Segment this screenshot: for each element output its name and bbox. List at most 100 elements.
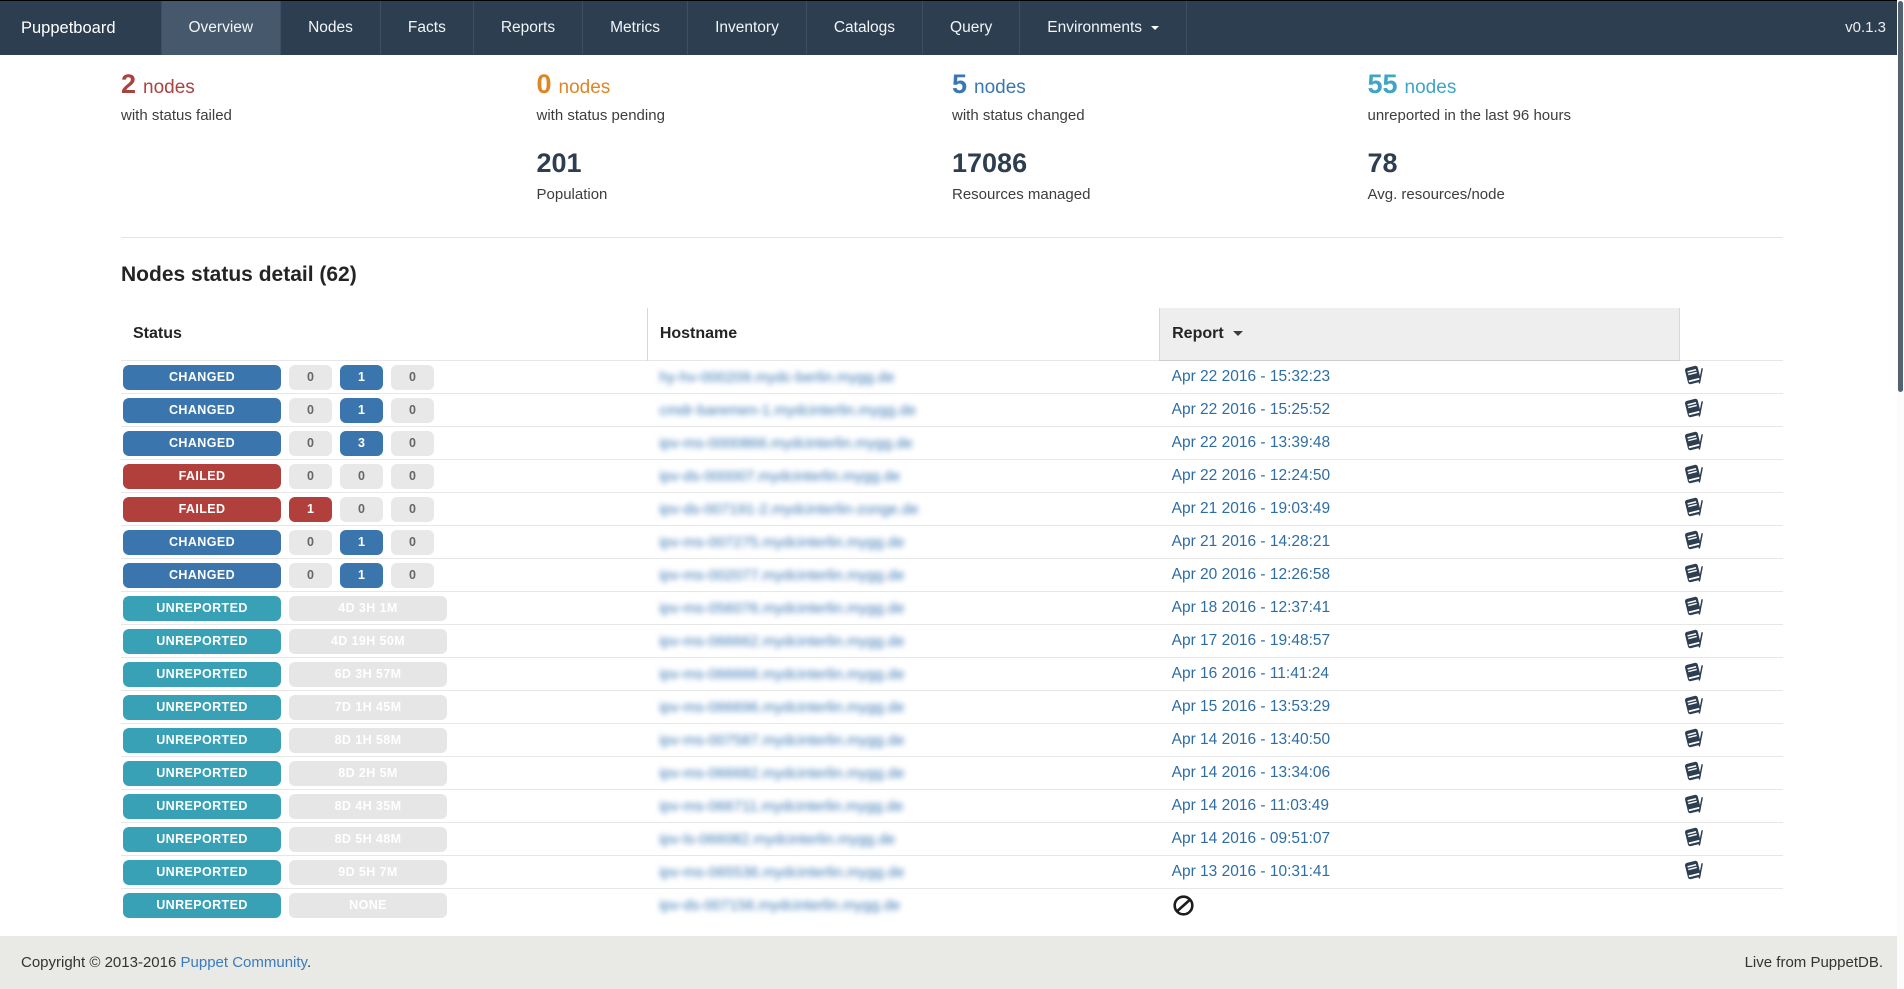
count-badge: 0 <box>289 464 332 489</box>
sort-desc-icon <box>1233 331 1243 336</box>
status-badge: CHANGED <box>123 398 281 423</box>
report-timestamp-link[interactable]: Apr 22 2016 - 13:39:48 <box>1172 434 1331 451</box>
hostname-link[interactable]: ipv-ms-007587.mydcinterlin.mygg.de <box>659 732 904 749</box>
hostname-link[interactable]: ipv-ms-002077.mydcinterlin.mygg.de <box>659 567 904 584</box>
stat-pending-label: with status pending <box>537 107 953 124</box>
report-timestamp-link[interactable]: Apr 22 2016 - 15:25:52 <box>1172 401 1331 418</box>
status-badge: CHANGED <box>123 563 281 588</box>
report-timestamp-link[interactable]: Apr 15 2016 - 13:53:29 <box>1172 698 1331 715</box>
hostname-link[interactable]: ipv-ds-000007.mydcinterlin.mygg.de <box>659 468 900 485</box>
tab-query[interactable]: Query <box>922 1 1019 55</box>
count-badge: 3 <box>340 431 383 456</box>
status-badge: FAILED <box>123 464 281 489</box>
tab-overview[interactable]: Overview <box>161 1 281 55</box>
report-timestamp-link[interactable]: Apr 16 2016 - 11:41:24 <box>1172 665 1329 682</box>
column-header-hostname[interactable]: Hostname <box>647 308 1159 361</box>
stat-population: 201 Population <box>537 148 953 203</box>
report-timestamp-link[interactable]: Apr 14 2016 - 11:03:49 <box>1172 797 1329 814</box>
scrollbar-track[interactable] <box>1897 0 1904 989</box>
book-icon <box>1682 761 1704 782</box>
tab-environments[interactable]: Environments <box>1019 1 1187 55</box>
report-timestamp-link[interactable]: Apr 14 2016 - 09:51:07 <box>1172 830 1331 847</box>
report-timestamp-link[interactable]: Apr 21 2016 - 19:03:49 <box>1172 500 1331 517</box>
node-report-book-link[interactable] <box>1682 398 1704 423</box>
stat-population-label: Population <box>537 186 953 203</box>
node-report-book-link[interactable] <box>1682 629 1704 654</box>
hostname-link[interactable]: ipv-ms-066711.mydcinterlin.mygg.de <box>659 798 903 815</box>
stat-resources-value: 17086 <box>952 148 1027 179</box>
hostname-link[interactable]: ipv-ds-007156.mydcinterlin.mygg.de <box>659 897 900 914</box>
report-timestamp-link[interactable]: Apr 13 2016 - 10:31:41 <box>1172 863 1331 880</box>
hostname-link[interactable]: cmdr-baremen-1.mydcinterlin.mygg.de <box>659 402 916 419</box>
tab-nodes[interactable]: Nodes <box>280 1 380 55</box>
hostname-link[interactable]: ipv-ms-0000866.mydcinterlin.mygg.de <box>659 435 912 452</box>
section-title: Nodes status detail (62) <box>121 263 1783 287</box>
hostname-link[interactable]: ipv-ls-066082.mydcinterlin.mygg.de <box>659 831 895 848</box>
report-timestamp-link[interactable]: Apr 14 2016 - 13:34:06 <box>1172 764 1331 781</box>
book-icon <box>1682 431 1704 452</box>
node-report-book-link[interactable] <box>1682 365 1704 390</box>
column-header-report-label: Report <box>1172 325 1224 342</box>
stat-resources-label: Resources managed <box>952 186 1368 203</box>
report-timestamp-link[interactable]: Apr 21 2016 - 14:28:21 <box>1172 533 1331 550</box>
hostname-link[interactable]: ipv-ms-066666.mydcinterlin.mygg.de <box>659 666 904 683</box>
hostname-link[interactable]: ipv-ms-066696.mydcinterlin.mygg.de <box>659 699 904 716</box>
stat-changed-value: 5 <box>952 69 967 100</box>
status-badge: CHANGED <box>123 431 281 456</box>
node-report-book-link[interactable] <box>1682 497 1704 522</box>
node-report-book-link[interactable] <box>1682 728 1704 753</box>
footer: Copyright © 2013-2016 Puppet Community. … <box>0 936 1904 989</box>
column-header-status[interactable]: Status <box>121 308 647 361</box>
report-timestamp-link[interactable]: Apr 22 2016 - 12:24:50 <box>1172 467 1331 484</box>
node-report-book-link[interactable] <box>1682 794 1704 819</box>
tab-inventory[interactable]: Inventory <box>687 1 806 55</box>
main-content: 2 nodes with status failed 0 nodes with … <box>0 69 1904 922</box>
tab-catalogs[interactable]: Catalogs <box>806 1 922 55</box>
hostname-link[interactable]: ipv-ms-066662.mydcinterlin.mygg.de <box>659 633 904 650</box>
report-timestamp-link[interactable]: Apr 22 2016 - 15:32:23 <box>1172 368 1331 385</box>
stat-unreported-label: unreported in the last 96 hours <box>1368 107 1784 124</box>
stat-pending: 0 nodes with status pending <box>537 69 953 124</box>
stats-col-unreported: 55 nodes unreported in the last 96 hours… <box>1368 69 1784 203</box>
node-report-book-link[interactable] <box>1682 530 1704 555</box>
column-header-actions[interactable] <box>1680 308 1783 361</box>
hostname-link[interactable]: ipv-ms-066682.mydcinterlin.mygg.de <box>659 765 904 782</box>
node-report-book-link[interactable] <box>1682 662 1704 687</box>
navbar-brand[interactable]: Puppetboard <box>0 1 137 55</box>
hostname-link[interactable]: ipv-ms-065536.mydcinterlin.mygg.de <box>659 864 904 881</box>
node-report-book-link[interactable] <box>1682 860 1704 885</box>
count-badge: 0 <box>289 431 332 456</box>
count-badge: 0 <box>391 398 434 423</box>
hostname-link[interactable]: ipv-ms-007275.mydcinterlin.mygg.de <box>659 534 904 551</box>
column-header-report[interactable]: Report <box>1160 308 1680 361</box>
tab-metrics[interactable]: Metrics <box>582 1 687 55</box>
node-report-book-link[interactable] <box>1682 563 1704 588</box>
table-row: CHANGED010cmdr-baremen-1.mydcinterlin.my… <box>121 394 1783 427</box>
scrollbar-thumb[interactable] <box>1898 1 1903 392</box>
version-label: v0.1.3 <box>1827 1 1904 55</box>
table-header-row: Status Hostname Report <box>121 308 1783 361</box>
table-row: UNREPORTED8D 4H 35Mipv-ms-066711.mydcint… <box>121 790 1783 823</box>
table-row: UNREPORTED9D 5H 7Mipv-ms-065536.mydcinte… <box>121 856 1783 889</box>
report-timestamp-link[interactable]: Apr 17 2016 - 19:48:57 <box>1172 632 1331 649</box>
puppet-community-link[interactable]: Puppet Community <box>181 954 307 971</box>
node-report-book-link[interactable] <box>1682 761 1704 786</box>
stat-changed-unit: nodes <box>974 77 1026 99</box>
tab-facts[interactable]: Facts <box>380 1 473 55</box>
stat-pending-value: 0 <box>537 69 552 100</box>
book-icon <box>1682 860 1704 881</box>
report-timestamp-link[interactable]: Apr 20 2016 - 12:26:58 <box>1172 566 1331 583</box>
table-row: UNREPORTED8D 2H 5Mipv-ms-066682.mydcinte… <box>121 757 1783 790</box>
node-report-book-link[interactable] <box>1682 431 1704 456</box>
report-timestamp-link[interactable]: Apr 14 2016 - 13:40:50 <box>1172 731 1331 748</box>
hostname-link[interactable]: ipv-ds-007191-2.mydcinterlin-zonge.de <box>659 501 918 518</box>
hostname-link[interactable]: ipv-ms-056076.mydcinterlin.mygg.de <box>659 600 904 617</box>
node-report-book-link[interactable] <box>1682 464 1704 489</box>
tab-reports[interactable]: Reports <box>473 1 582 55</box>
node-report-book-link[interactable] <box>1682 695 1704 720</box>
node-report-book-link[interactable] <box>1682 827 1704 852</box>
navbar-items: OverviewNodesFactsReportsMetricsInventor… <box>161 1 1188 55</box>
node-report-book-link[interactable] <box>1682 596 1704 621</box>
report-timestamp-link[interactable]: Apr 18 2016 - 12:37:41 <box>1172 599 1331 616</box>
hostname-link[interactable]: hy-hv-000209.mydc-berlin.mygg.de <box>659 369 894 386</box>
